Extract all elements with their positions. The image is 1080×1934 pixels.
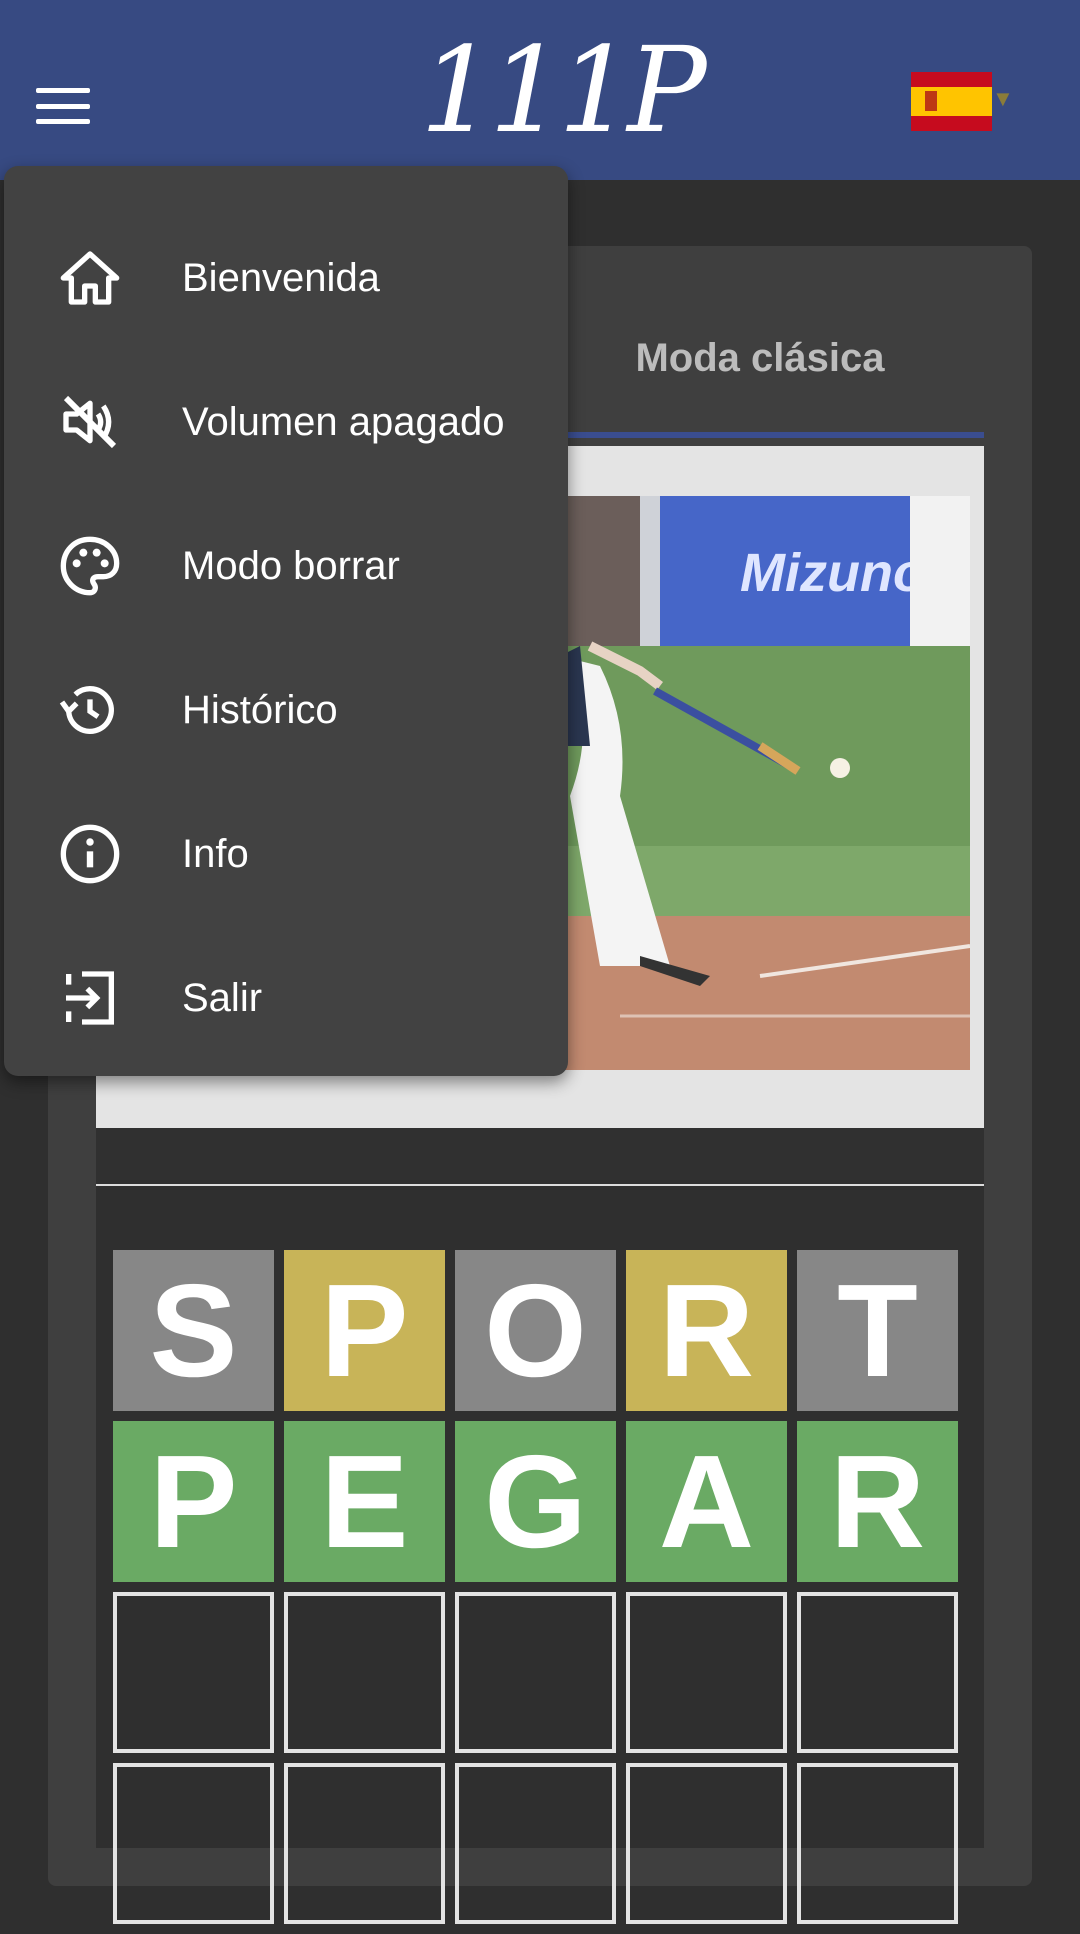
menu-item-salir[interactable]: Salir (4, 926, 568, 1070)
letter-tile (284, 1592, 445, 1753)
tab-indicator (540, 432, 984, 438)
logout-icon (66, 971, 114, 1025)
letter-tile (455, 1592, 616, 1753)
spain-flag-icon[interactable] (911, 72, 992, 131)
menu-item-label: Bienvenida (182, 255, 380, 300)
top-app-bar: 111P ▼ (0, 0, 1080, 180)
menu-item-bienvenida[interactable]: Bienvenida (4, 206, 568, 350)
board-row (113, 1763, 967, 1924)
letter-tile (284, 1763, 445, 1924)
home-icon (60, 251, 120, 305)
letter-tile (113, 1592, 274, 1753)
menu-item-info[interactable]: Info (4, 782, 568, 926)
letter-tile: G (455, 1421, 616, 1582)
letter-tile: P (113, 1421, 274, 1582)
history-icon (59, 686, 114, 735)
chevron-down-icon[interactable]: ▼ (992, 86, 1014, 112)
board-row: SPORT (113, 1250, 967, 1411)
board-row: PEGAR (113, 1421, 967, 1582)
letter-tile (626, 1592, 787, 1753)
menu-item-label: Histórico (182, 687, 338, 732)
menu-item-volumen[interactable]: Volumen apagado (4, 350, 568, 494)
menu-item-label: Volumen apagado (182, 399, 505, 444)
menu-item-label: Salir (182, 975, 263, 1020)
letter-tile (626, 1763, 787, 1924)
divider-band (96, 1128, 984, 1188)
board-row (113, 1592, 967, 1753)
app-logo: 111P (420, 21, 707, 159)
palette-icon (60, 536, 120, 596)
letter-tile: O (455, 1250, 616, 1411)
letter-tile: R (797, 1421, 958, 1582)
tab-classic-mode[interactable]: Moda clásica (560, 336, 960, 396)
letter-tile: A (626, 1421, 787, 1582)
info-icon (60, 824, 120, 884)
letter-tile (455, 1763, 616, 1924)
menu-item-historico[interactable]: Histórico (4, 638, 568, 782)
menu-item-label: Modo borrar (182, 543, 400, 588)
menu-item-label: Info (182, 831, 249, 876)
menu-item-modo-borrar[interactable]: Modo borrar (4, 494, 568, 638)
baseball-photo: Mizuno (560, 496, 970, 1070)
letter-tile: S (113, 1250, 274, 1411)
hamburger-menu-icon[interactable] (36, 88, 90, 124)
letter-tile: P (284, 1250, 445, 1411)
svg-text:Mizuno: Mizuno (740, 543, 926, 603)
letter-tile (797, 1592, 958, 1753)
letter-tile: T (797, 1250, 958, 1411)
letter-tile: E (284, 1421, 445, 1582)
navigation-drawer: Bienvenida Volumen apagado Modo borrar H… (4, 166, 568, 1076)
volume-off-icon (63, 395, 117, 449)
letter-tile: R (626, 1250, 787, 1411)
letter-tile (797, 1763, 958, 1924)
game-board: SPORTPEGAR (113, 1250, 967, 1934)
letter-tile (113, 1763, 274, 1924)
